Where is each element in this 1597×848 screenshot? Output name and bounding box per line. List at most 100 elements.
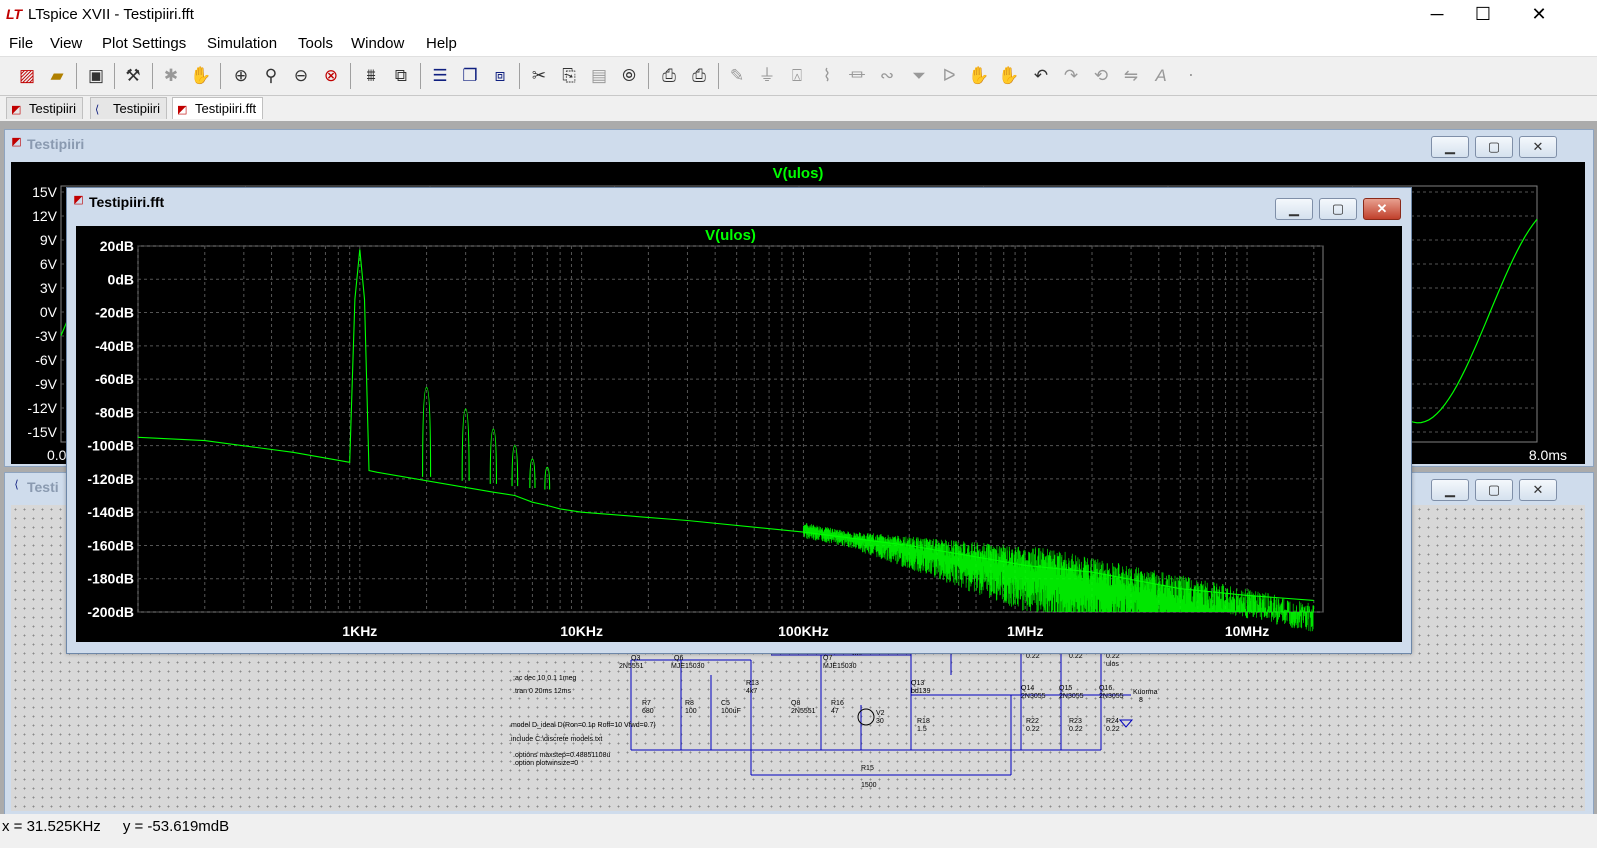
halt-hand-icon[interactable]: ✋ (188, 63, 214, 89)
save-icon[interactable]: ▣ (83, 63, 109, 89)
time-window-minimize-button[interactable]: ▁ (1431, 136, 1469, 158)
move-hand-icon[interactable]: ✋ (966, 63, 992, 89)
text-icon[interactable]: A (1148, 63, 1174, 89)
tab-testipiiri-schematic[interactable]: ⟨ Testipiiri (90, 97, 167, 119)
fft-window-close-button[interactable]: ✕ (1363, 198, 1401, 220)
schematic-component-label: 47 (831, 708, 839, 715)
schematic-component-label: R13 (746, 680, 759, 687)
find-binoculars-icon[interactable]: ⦾ (616, 63, 642, 89)
schematic-component-label: 2N5551 (619, 663, 644, 670)
spice-directive-text: ;ac dec 10 0.1 1meg (513, 675, 577, 682)
time-window-close-button[interactable]: ✕ (1519, 136, 1557, 158)
redo-icon[interactable]: ↷ (1058, 63, 1084, 89)
autorange-icon[interactable]: ⩩ (358, 63, 384, 89)
time-y-tick-label: -12V (27, 400, 57, 416)
tile-vertical-icon[interactable]: ⧈ (487, 63, 513, 89)
spice-directive-text: .model D_ideal D(Ron=0.1p Roff=10 Vfwd=0… (509, 722, 656, 729)
inductor-icon[interactable]: ∾ (874, 63, 900, 89)
time-y-tick-label: 3V (40, 280, 58, 296)
open-folder-icon[interactable]: ▰ (44, 63, 70, 89)
rotate-icon[interactable]: ⟲ (1088, 63, 1114, 89)
zoom-in-icon[interactable]: ⊕ (228, 63, 254, 89)
mirror-icon[interactable]: ⇋ (1118, 63, 1144, 89)
pan-icon[interactable]: ⚲ (258, 63, 284, 89)
schematic-component-label: Q8 (791, 700, 800, 707)
close-button[interactable]: ✕ (1516, 0, 1562, 30)
schematic-component-label: 0.22 (1106, 726, 1120, 733)
control-panel-hammer-icon[interactable]: ⚒ (120, 63, 146, 89)
fft-y-tick-label: -100dB (87, 438, 134, 454)
toolbar-separator (420, 63, 421, 89)
ground-icon[interactable]: ⏚ (754, 63, 780, 89)
schematic-component-label: R22 (1026, 718, 1039, 725)
schematic-window-close-button[interactable]: ✕ (1519, 479, 1557, 501)
fft-y-tick-label: -180dB (87, 571, 134, 587)
schematic-component-label: Q13 (911, 680, 924, 687)
tab-testipiiri-waveform[interactable]: ◩ Testipiiri (6, 97, 83, 119)
zoom-cancel-icon[interactable]: ⊗ (318, 63, 344, 89)
schematic-component-label: MJE15030 (671, 663, 705, 670)
time-window-maximize-button[interactable]: ▢ (1475, 136, 1513, 158)
paste-icon[interactable]: ▤ (586, 63, 612, 89)
fft-window-title: Testipiiri.fft (89, 194, 165, 210)
fft-x-tick-label: 1MHz (1007, 623, 1044, 639)
schematic-component-label: 1500 (861, 782, 877, 789)
fft-plot-window[interactable]: ◩ Testipiiri.fft ▁ ▢ ✕ 20dB 0dB -20dB -40dB… (66, 187, 1412, 654)
menu-help[interactable]: Help (426, 35, 457, 52)
fft-window-minimize-button[interactable]: ▁ (1275, 198, 1313, 220)
schematic-component-label: R16 (831, 700, 844, 707)
schematic-component-label: 0.22 (1026, 726, 1040, 733)
spice-directive-icon[interactable]: ⋅ (1178, 63, 1204, 89)
toolbar-separator (152, 63, 153, 89)
wire-icon[interactable]: ✎ (724, 63, 750, 89)
schematic-component-label: Kuorma (1133, 689, 1158, 696)
print-icon[interactable]: ⎙ (656, 63, 682, 89)
toolbar-separator (648, 63, 649, 89)
resistor-icon[interactable]: ⌇ (814, 63, 840, 89)
window-title: LTspice XVII - Testipiiri.fft (28, 6, 194, 23)
schematic-window-title: Testi (27, 479, 59, 495)
minimize-button[interactable]: ─ (1414, 0, 1460, 30)
menu-tools[interactable]: Tools (298, 35, 333, 52)
copy-icon[interactable]: ⎘ (556, 63, 582, 89)
spice-directive-text: .option plotwinsize=0 (513, 760, 578, 767)
new-schematic-icon[interactable]: ▨ (14, 63, 40, 89)
zoom-out-icon[interactable]: ⊖ (288, 63, 314, 89)
schematic-component-label: 0.22 (1069, 726, 1083, 733)
print-preview-icon[interactable]: ⎙ (686, 63, 712, 89)
schematic-component-label: 2N5551 (791, 708, 816, 715)
menu-simulation[interactable]: Simulation (207, 35, 277, 52)
undo-icon[interactable]: ↶ (1028, 63, 1054, 89)
fft-plot-area[interactable]: 20dB 0dB -20dB -40dB -60dB -80dB -100dB -120dB -… (76, 226, 1402, 642)
fit-icon[interactable]: ⧉ (388, 63, 414, 89)
waveform-icon: ◩ (11, 136, 22, 148)
drag-hand-icon[interactable]: ✋ (996, 63, 1022, 89)
schematic-window-maximize-button[interactable]: ▢ (1475, 479, 1513, 501)
maximize-button[interactable]: ☐ (1460, 0, 1506, 30)
fft-y-tick-label: -80dB (95, 404, 134, 420)
menu-plot-settings[interactable]: Plot Settings (102, 35, 186, 52)
time-y-tick-label: 6V (40, 256, 58, 272)
fft-y-tick-label: -20dB (95, 305, 134, 321)
tile-horizontal-icon[interactable]: ☰ (427, 63, 453, 89)
mdi-workspace: ◩ Testipiiri ▁ ▢ ✕ 15V 12V 9V 6V 3V 0V -3V -6V -… (0, 121, 1597, 816)
waveform-icon: ◩ (11, 104, 22, 116)
cut-icon[interactable]: ✂ (526, 63, 552, 89)
ltspice-logo-icon: LT (6, 6, 23, 22)
fft-window-maximize-button[interactable]: ▢ (1319, 198, 1357, 220)
component-icon[interactable]: ᐅ (936, 63, 962, 89)
tab-testipiiri-fft[interactable]: ◩ Testipiiri.fft (172, 97, 264, 119)
diode-icon[interactable]: ⏷ (906, 63, 932, 89)
menu-view[interactable]: View (50, 35, 82, 52)
schematic-component-label: Q14 (1021, 685, 1034, 692)
menu-file[interactable]: File (9, 35, 33, 52)
menu-window[interactable]: Window (351, 35, 404, 52)
label-net-icon[interactable]: ⍓ (784, 63, 810, 89)
schematic-component-label: 30 (876, 718, 884, 725)
cascade-icon[interactable]: ❐ (457, 63, 483, 89)
schematic-window-minimize-button[interactable]: ▁ (1431, 479, 1469, 501)
run-icon[interactable]: ✱ (158, 63, 184, 89)
capacitor-icon[interactable]: ⏛ (844, 63, 870, 89)
toolbar: ▨ ▰ ▣ ⚒ ✱ ✋ ⊕ ⚲ ⊖ ⊗ ⩩ ⧉ ☰ ❐ ⧈ ✂ ⎘ ▤ ⦾ ⎙ … (0, 57, 1597, 96)
voltage-source-icon (857, 708, 875, 726)
